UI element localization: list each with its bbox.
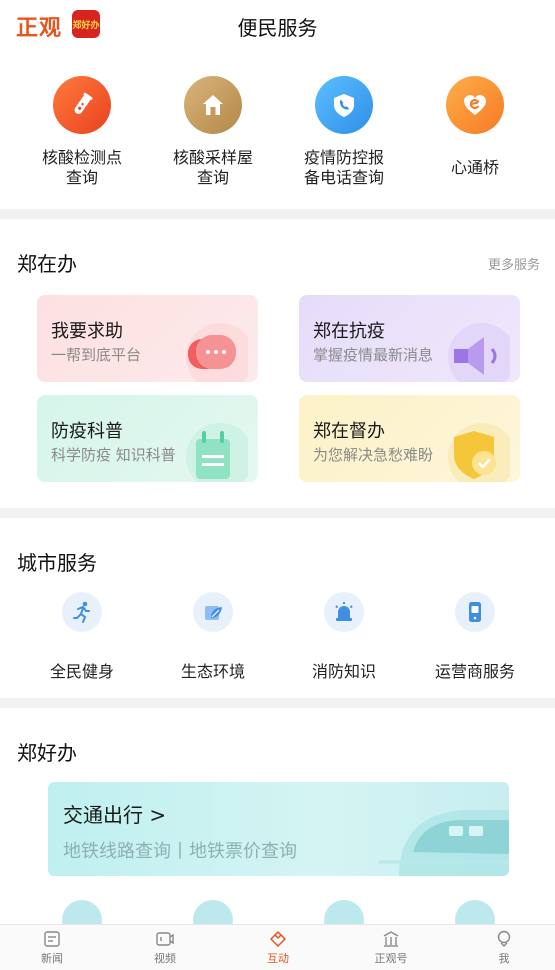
- megaphone-icon: [448, 323, 510, 382]
- nav-zhengguan-hao[interactable]: 正观号: [361, 930, 421, 966]
- shield-phone-icon: [315, 76, 373, 134]
- section-title-zhengzaiban: 郑在办: [17, 252, 77, 276]
- transport-banner[interactable]: 交通出行 > 地铁线路查询丨地铁票价查询: [48, 782, 509, 876]
- service-peek-icon[interactable]: [455, 900, 495, 926]
- nav-interact[interactable]: 互动: [248, 930, 308, 966]
- quick-item-epidemic-phone[interactable]: 疫情防控报 备电话查询: [279, 76, 409, 188]
- nav-label: 正观号: [374, 952, 408, 965]
- section-divider: [0, 209, 555, 219]
- service-ecology[interactable]: 生态环境: [148, 592, 278, 682]
- banner-title: 交通出行 >: [63, 803, 167, 827]
- card-title: 防疫科普: [51, 421, 123, 442]
- section-divider: [0, 698, 555, 708]
- bottom-nav: 新闻 视频 互动 正观号 我: [0, 924, 555, 970]
- train-icon: [379, 810, 509, 876]
- news-icon: [43, 930, 61, 948]
- shield-check-icon: [448, 423, 510, 482]
- phone-icon: [455, 592, 495, 632]
- quick-item-label: 心通桥: [450, 158, 499, 177]
- chat-bubble-icon: [186, 323, 248, 382]
- section-divider: [0, 508, 555, 518]
- nav-news[interactable]: 新闻: [22, 930, 82, 966]
- nav-me[interactable]: 我: [474, 930, 534, 966]
- card-seek-help[interactable]: 我要求助 一帮到底平台: [37, 295, 258, 382]
- card-subtitle: 科学防疫 知识科普: [51, 446, 176, 464]
- building-icon: [382, 930, 400, 948]
- heart-icon: [446, 76, 504, 134]
- service-carrier[interactable]: 运营商服务: [410, 592, 540, 682]
- quick-item-label: 疫情防控报 备电话查询: [303, 148, 384, 187]
- service-fitness[interactable]: 全民健身: [17, 592, 147, 682]
- video-icon: [156, 930, 174, 948]
- section-title-city-services: 城市服务: [17, 551, 97, 575]
- service-label: 消防知识: [311, 662, 376, 681]
- quick-item-label: 核酸检测点 查询: [41, 148, 122, 187]
- card-subtitle: 一帮到底平台: [51, 346, 142, 364]
- service-peek-icon[interactable]: [62, 900, 102, 926]
- service-peek-icon[interactable]: [193, 900, 233, 926]
- test-tube-icon: [53, 76, 111, 134]
- nav-label: 视频: [154, 952, 176, 965]
- nav-label: 我: [498, 952, 510, 965]
- top-header: 正观 郑好办 便民服务: [0, 0, 555, 50]
- quick-item-label: 核酸采样屋 查询: [172, 148, 253, 187]
- section-title-zhenghaoban: 郑好办: [17, 741, 77, 765]
- card-subtitle: 为您解决急愁难盼: [313, 446, 434, 464]
- service-label: 全民健身: [49, 662, 114, 681]
- more-services-link[interactable]: 更多服务: [488, 254, 540, 273]
- page-title: 便民服务: [237, 16, 318, 40]
- card-title: 郑在督办: [313, 421, 385, 442]
- card-title: 郑在抗疫: [313, 321, 385, 342]
- card-fight-epidemic[interactable]: 郑在抗疫 掌握疫情最新消息: [299, 295, 520, 382]
- card-supervision[interactable]: 郑在督办 为您解决急愁难盼: [299, 395, 520, 482]
- zhenghaoban-icon-row: [0, 900, 555, 926]
- card-title: 我要求助: [51, 321, 123, 342]
- quick-item-nucleic-test-site[interactable]: 核酸检测点 查询: [17, 76, 147, 188]
- card-epidemic-science[interactable]: 防疫科普 科学防疫 知识科普: [37, 395, 258, 482]
- service-fire-safety[interactable]: 消防知识: [279, 592, 409, 682]
- service-label: 运营商服务: [434, 662, 515, 681]
- service-peek-icon[interactable]: [324, 900, 364, 926]
- profile-icon: [495, 930, 513, 948]
- service-label: 生态环境: [180, 662, 245, 681]
- leaf-icon: [193, 592, 233, 632]
- nav-label: 新闻: [41, 952, 63, 965]
- card-subtitle: 掌握疫情最新消息: [313, 346, 434, 364]
- interact-icon: [269, 930, 287, 948]
- nav-label: 互动: [267, 952, 289, 965]
- quick-item-sampling-house[interactable]: 核酸采样屋 查询: [148, 76, 278, 188]
- quick-item-heart-bridge[interactable]: 心通桥: [410, 76, 540, 178]
- running-icon: [62, 592, 102, 632]
- notepad-icon: [186, 423, 248, 482]
- nav-video[interactable]: 视频: [135, 930, 195, 966]
- house-icon: [184, 76, 242, 134]
- alarm-icon: [324, 592, 364, 632]
- banner-subtitle: 地铁线路查询丨地铁票价查询: [63, 841, 297, 862]
- quick-services: 核酸检测点 查询 核酸采样屋 查询 疫情防控报 备电话查询 心通桥: [0, 60, 555, 205]
